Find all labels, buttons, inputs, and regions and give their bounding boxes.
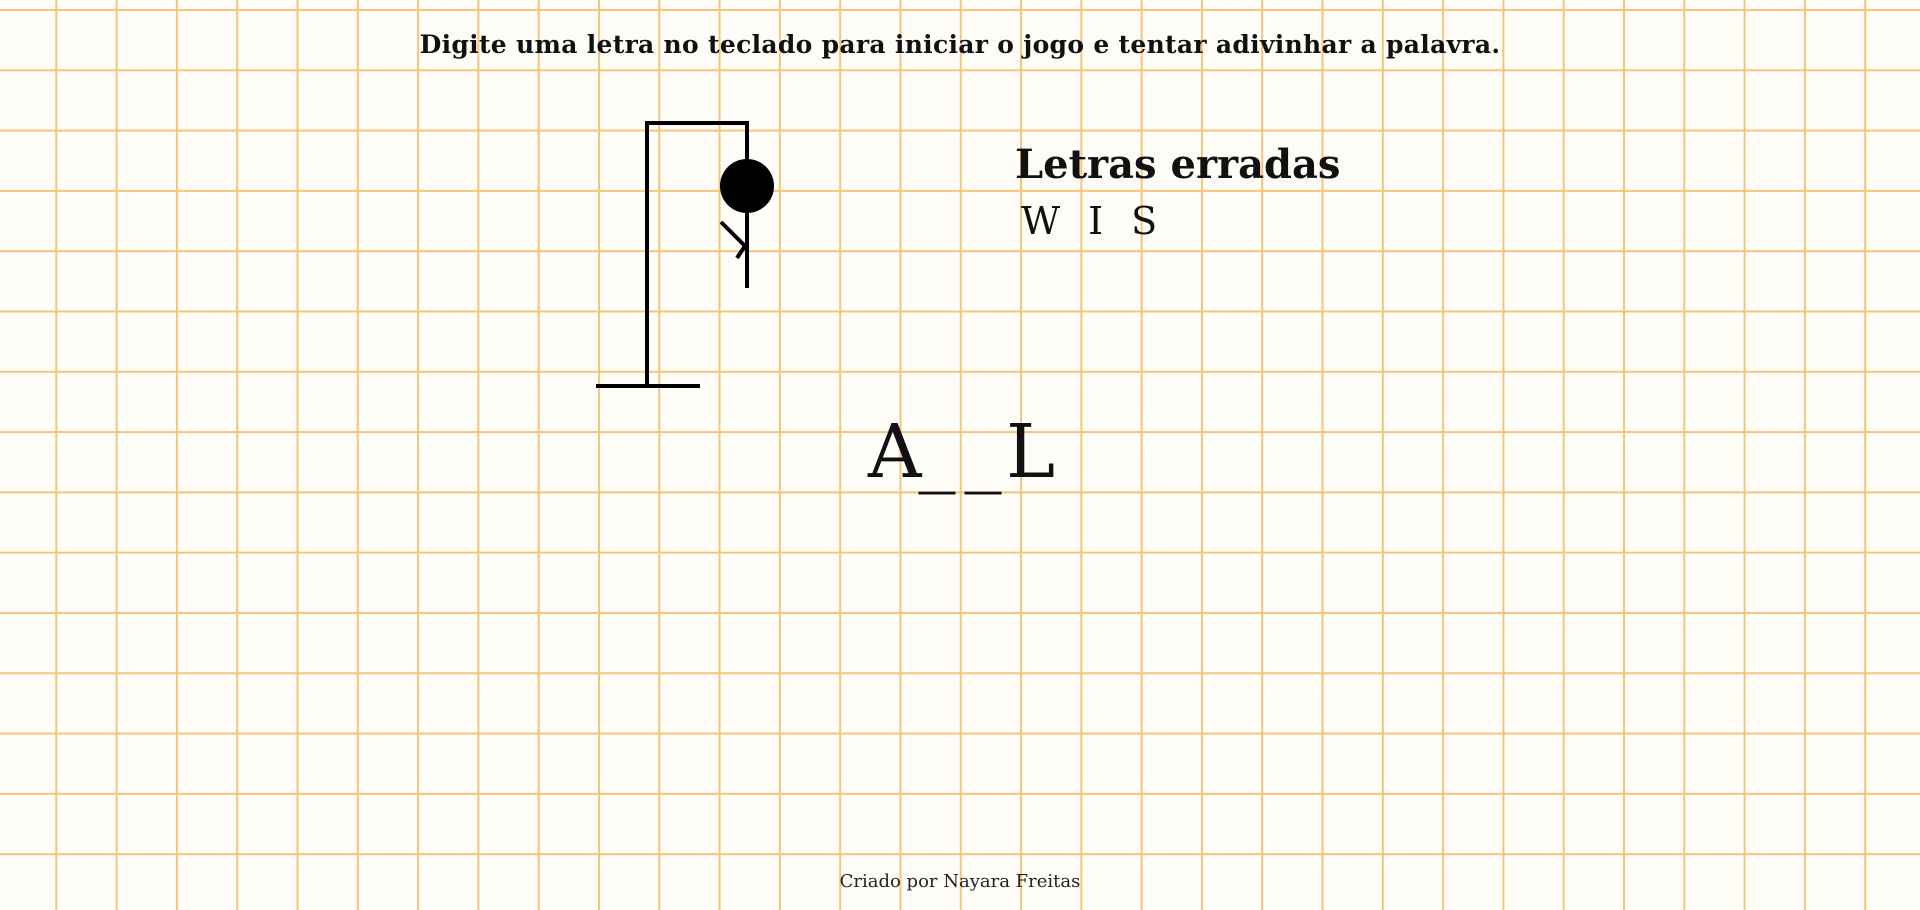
hangman-left-arm (719, 220, 748, 260)
word-letter-slot: _ (918, 409, 956, 495)
wrong-letter: S (1131, 199, 1158, 243)
footer-credit: Criado por Nayara Freitas (839, 871, 1081, 892)
wrong-letters-list: W I S (1015, 199, 1340, 243)
wrong-letter: W (1021, 199, 1061, 243)
wrong-letter: I (1088, 199, 1104, 243)
secret-word: A _ _ L (0, 415, 1920, 489)
word-letter-slot: _ (964, 409, 1002, 495)
wrong-letters-title: Letras erradas (1015, 141, 1341, 188)
word-letter-slot: L (1006, 409, 1056, 495)
word-letter-slot: A (868, 409, 922, 495)
wrong-letters-panel: Letras erradas W I S (1015, 141, 1341, 244)
game-instructions: Digite uma letra no teclado para iniciar… (419, 30, 1501, 59)
hangman-head (720, 159, 774, 213)
hangman-figure (596, 121, 774, 388)
